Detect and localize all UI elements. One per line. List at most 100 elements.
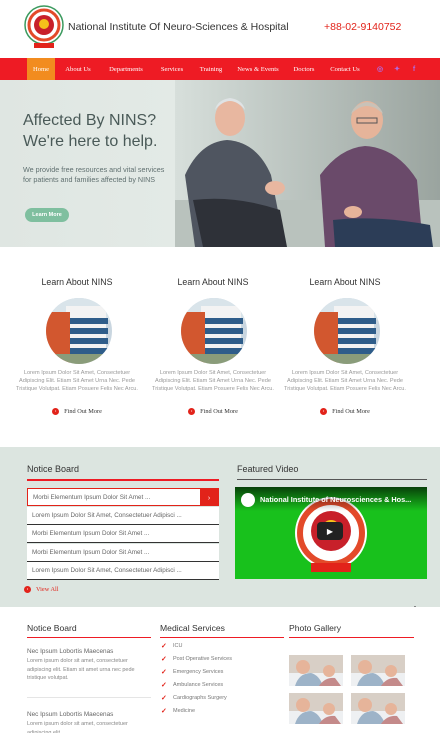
footer-notice-title[interactable]: Nec Ipsum Lobortis Maecenas — [27, 648, 113, 655]
main-nav: Home About Us Departments Services Train… — [0, 58, 440, 80]
gallery-thumbnail[interactable] — [289, 693, 343, 724]
service-label[interactable]: Ambulance Services — [173, 682, 223, 688]
nav-news-events[interactable]: News & Events — [232, 58, 284, 80]
gallery-thumbnail[interactable] — [351, 655, 405, 686]
find-out-more-label[interactable]: Find Out More — [332, 408, 370, 415]
play-icon[interactable]: ▶ — [317, 522, 343, 540]
notice-item-text: Morbi Elementum Ipsum Dolor Sit Amet ... — [33, 493, 151, 501]
hero-text: We provide free resources and vital serv… — [23, 165, 165, 184]
view-all-link[interactable]: › View All — [24, 586, 59, 593]
find-out-more-link[interactable]: › Find Out More — [146, 408, 280, 415]
heading-underline — [27, 479, 219, 481]
hero-banner: Affected By NINS? We're here to help. We… — [0, 80, 440, 247]
featured-video-player[interactable]: National Institute of Neurosciences & Ho… — [235, 487, 427, 579]
heading-underline — [237, 479, 427, 481]
notice-item[interactable]: Morbi Elementum Ipsum Dolor Sit Amet ... — [27, 543, 219, 562]
service-item[interactable]: ✓ ICU — [161, 642, 182, 650]
hospital-building-image — [46, 298, 112, 364]
twitter-icon[interactable]: ✦ — [393, 65, 401, 73]
heading-underline — [160, 637, 284, 639]
site-footer: Notice Board Medical Services Photo Gall… — [0, 607, 440, 733]
arrow-right-icon: › — [52, 408, 60, 415]
service-label[interactable]: ICU — [173, 643, 182, 649]
learn-more-button[interactable]: Learn More — [25, 208, 69, 222]
notice-item[interactable]: Lorem Ipsum Dolor Sit Amet, Consectetuer… — [27, 562, 219, 580]
gallery-thumbnail[interactable] — [289, 655, 343, 686]
photo-gallery-heading: Photo Gallery — [289, 623, 342, 633]
site-header: National Institute Of Neuro-Sciences & H… — [0, 0, 440, 58]
divider — [27, 697, 151, 698]
notice-item-text: Morbi Elementum Ipsum Dolor Sit Amet ... — [32, 548, 150, 556]
nav-about-us[interactable]: About Us — [58, 58, 98, 80]
learn-card-title: Learn About NINS — [41, 277, 113, 287]
learn-card: Learn About NINS Lorem Ipsum Dolor Sit A… — [146, 247, 280, 447]
nav-training[interactable]: Training — [193, 58, 229, 80]
nav-departments[interactable]: Departments — [101, 58, 151, 80]
service-label[interactable]: Emergency Services — [173, 669, 223, 675]
learn-card-text: Lorem Ipsum Dolor Sit Amet, Consectetuer… — [152, 370, 274, 393]
notice-item[interactable]: Morbi Elementum Ipsum Dolor Sit Amet ...… — [27, 488, 219, 506]
hero-title: Affected By NINS? We're here to help. — [23, 112, 158, 150]
video-title[interactable]: National Institute of Neurosciences & Ho… — [260, 495, 411, 504]
nav-contact-us[interactable]: Contact Us — [324, 58, 366, 80]
gallery-thumbnail[interactable] — [351, 693, 405, 724]
channel-avatar[interactable] — [241, 493, 255, 507]
notice-video-band: Notice Board Featured Video Morbi Elemen… — [0, 447, 440, 607]
footer-notice-text: Lorem ipsum dolor sit amet, consectetuer… — [27, 658, 135, 681]
service-label[interactable]: Post Operative Services — [173, 656, 232, 662]
learn-card-title: Learn About NINS — [309, 277, 381, 287]
check-icon: ✓ — [161, 656, 167, 663]
notice-item-text: Lorem Ipsum Dolor Sit Amet, Consectetuer… — [32, 511, 182, 519]
learn-card-text: Lorem Ipsum Dolor Sit Amet, Consectetuer… — [284, 370, 406, 393]
service-label[interactable]: Cardiographs Surgery — [173, 695, 227, 701]
facebook-icon[interactable]: f — [410, 65, 418, 73]
service-item[interactable]: ✓ Post Operative Services — [161, 655, 232, 663]
nins-logo-icon[interactable] — [24, 5, 64, 51]
notice-item-text: Lorem Ipsum Dolor Sit Amet, Consectetuer… — [32, 567, 182, 574]
notice-board-heading: Notice Board — [27, 464, 80, 474]
heading-underline — [289, 637, 414, 639]
arrow-right-icon: › — [24, 586, 31, 593]
nav-services[interactable]: Services — [154, 58, 190, 80]
footer-notice-text: Lorem ipsum dolor sit amet, consectetuer… — [27, 721, 128, 733]
learn-card: Learn About NINS Lorem Ipsum Dolor Sit A… — [10, 247, 144, 447]
instagram-icon[interactable]: ◎ — [376, 65, 384, 73]
learn-card: Learn About NINS Lorem Ipsum Dolor Sit A… — [278, 247, 412, 447]
phone-number[interactable]: +88-02-9140752 — [324, 21, 401, 33]
check-icon: ✓ — [161, 708, 167, 715]
service-item[interactable]: ✓ Cardiographs Surgery — [161, 694, 227, 702]
arrow-right-icon[interactable]: › — [200, 489, 218, 505]
nav-home[interactable]: Home — [27, 58, 55, 80]
arrow-right-icon: › — [320, 408, 328, 415]
footer-notice-heading: Notice Board — [27, 623, 77, 633]
learn-card-title: Learn About NINS — [177, 277, 249, 287]
hospital-building-image — [181, 298, 247, 364]
view-all-label[interactable]: View All — [36, 586, 59, 593]
find-out-more-label[interactable]: Find Out More — [64, 408, 102, 415]
find-out-more-link[interactable]: › Find Out More — [278, 408, 412, 415]
check-icon: ✓ — [161, 669, 167, 676]
hero-photo — [175, 80, 440, 247]
medical-services-heading: Medical Services — [160, 623, 225, 633]
learn-section: Learn About NINS Lorem Ipsum Dolor Sit A… — [0, 247, 440, 447]
notice-item-text: Morbi Elementum Ipsum Dolor Sit Amet ... — [32, 530, 150, 537]
notice-list: Morbi Elementum Ipsum Dolor Sit Amet ...… — [27, 488, 219, 581]
notice-item[interactable]: Morbi Elementum Ipsum Dolor Sit Amet ... — [27, 525, 219, 543]
arrow-right-icon: › — [188, 408, 196, 415]
learn-card-text: Lorem Ipsum Dolor Sit Amet, Consectetuer… — [16, 370, 138, 393]
service-label[interactable]: Medicine — [173, 708, 195, 714]
footer-notice-title[interactable]: Nec Ipsum Lobortis Maecenas — [27, 711, 113, 718]
check-icon: ✓ — [161, 695, 167, 702]
service-item[interactable]: ✓ Emergency Services — [161, 668, 223, 676]
site-title[interactable]: National Institute Of Neuro-Sciences & H… — [68, 21, 289, 33]
nav-doctors[interactable]: Doctors — [287, 58, 321, 80]
notice-item[interactable]: Lorem Ipsum Dolor Sit Amet, Consectetuer… — [27, 506, 219, 525]
heading-underline — [27, 637, 151, 639]
find-out-more-label[interactable]: Find Out More — [200, 408, 238, 415]
hospital-building-image — [314, 298, 380, 364]
service-item[interactable]: ✓ Medicine — [161, 707, 195, 715]
find-out-more-link[interactable]: › Find Out More — [10, 408, 144, 415]
check-icon: ✓ — [161, 643, 167, 650]
service-item[interactable]: ✓ Ambulance Services — [161, 681, 223, 689]
check-icon: ✓ — [161, 682, 167, 689]
